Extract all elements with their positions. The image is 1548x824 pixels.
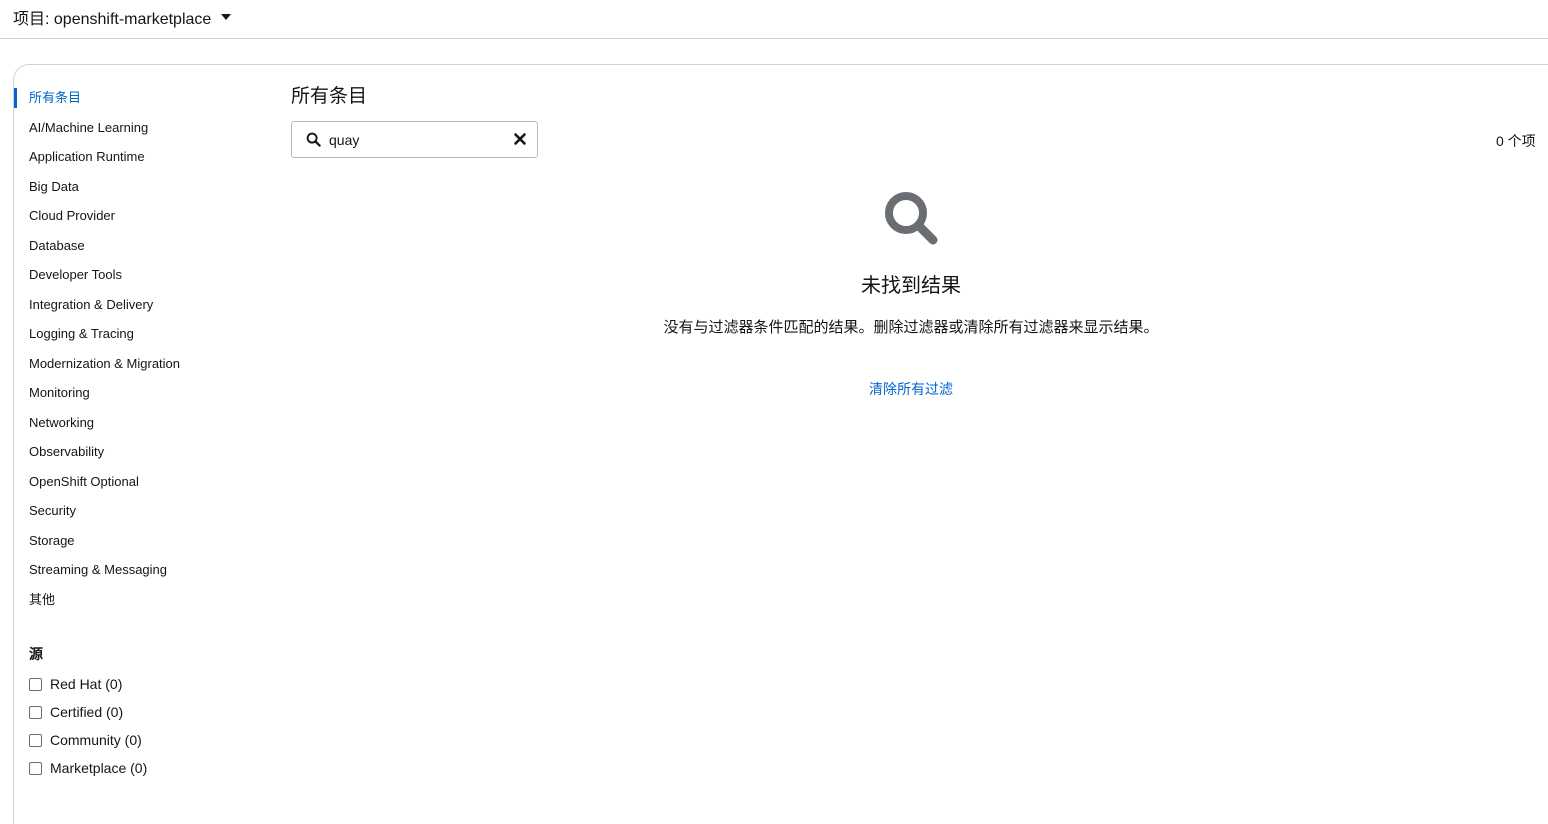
search-icon xyxy=(306,132,321,147)
source-filter-certified[interactable]: Certified (0) xyxy=(14,698,264,726)
category-item-all[interactable]: 所有条目 xyxy=(14,83,264,113)
category-item-integration-delivery[interactable]: Integration & Delivery xyxy=(14,290,264,320)
category-item-logging-tracing[interactable]: Logging & Tracing xyxy=(14,319,264,349)
source-filter-marketplace[interactable]: Marketplace (0) xyxy=(14,754,264,782)
source-filter-label: Community (0) xyxy=(50,732,142,748)
category-sidebar: 所有条目 AI/Machine Learning Application Run… xyxy=(14,83,264,782)
empty-state-title: 未找到结果 xyxy=(861,275,961,297)
source-filter-label: Marketplace (0) xyxy=(50,760,148,776)
category-item-application-runtime[interactable]: Application Runtime xyxy=(14,142,264,172)
category-item-big-data[interactable]: Big Data xyxy=(14,172,264,202)
item-count: 0 个项 xyxy=(1496,133,1536,149)
clear-all-filters-link[interactable]: 清除所有过滤 xyxy=(869,379,953,399)
source-checkbox[interactable] xyxy=(29,677,42,691)
source-filter-label: Red Hat (0) xyxy=(50,676,123,692)
category-item-monitoring[interactable]: Monitoring xyxy=(14,378,264,408)
source-filter-label: Certified (0) xyxy=(50,704,124,720)
close-icon[interactable] xyxy=(513,132,527,146)
caret-down-icon xyxy=(221,14,232,20)
category-item-streaming-messaging[interactable]: Streaming & Messaging xyxy=(14,555,264,585)
search-box[interactable] xyxy=(291,121,538,158)
source-checkbox[interactable] xyxy=(29,733,42,747)
project-selector-label: 项目: openshift-marketplace xyxy=(13,11,212,28)
empty-state: 未找到结果 没有与过滤器条件匹配的结果。删除过滤器或清除所有过滤器来显示结果。 … xyxy=(614,189,1208,399)
category-item-developer-tools[interactable]: Developer Tools xyxy=(14,260,264,290)
category-list: 所有条目 AI/Machine Learning Application Run… xyxy=(14,83,264,614)
category-item-networking[interactable]: Networking xyxy=(14,408,264,438)
category-item-openshift-optional[interactable]: OpenShift Optional xyxy=(14,467,264,497)
search-input[interactable] xyxy=(329,129,499,151)
source-filter-red-hat[interactable]: Red Hat (0) xyxy=(14,670,264,698)
page-title: 所有条目 xyxy=(291,86,368,107)
category-item-storage[interactable]: Storage xyxy=(14,526,264,556)
category-item-database[interactable]: Database xyxy=(14,231,264,261)
project-selector[interactable]: 项目: openshift-marketplace xyxy=(13,5,232,29)
category-item-cloud-provider[interactable]: Cloud Provider xyxy=(14,201,264,231)
project-bar: 项目: openshift-marketplace xyxy=(0,0,1548,39)
search-icon xyxy=(885,192,938,245)
category-item-ai-machine-learning[interactable]: AI/Machine Learning xyxy=(14,113,264,143)
category-item-modernization-migration[interactable]: Modernization & Migration xyxy=(14,349,264,379)
empty-state-body: 没有与过滤器条件匹配的结果。删除过滤器或清除所有过滤器来显示结果。 xyxy=(663,319,1159,336)
category-item-other[interactable]: 其他 xyxy=(14,585,264,615)
source-checkbox[interactable] xyxy=(29,705,42,719)
catalog-panel: 所有条目 AI/Machine Learning Application Run… xyxy=(13,64,1548,824)
category-item-observability[interactable]: Observability xyxy=(14,437,264,467)
source-checkbox[interactable] xyxy=(29,761,42,775)
source-filter-community[interactable]: Community (0) xyxy=(14,726,264,754)
source-filter-heading: 源 xyxy=(29,646,43,662)
category-item-security[interactable]: Security xyxy=(14,496,264,526)
